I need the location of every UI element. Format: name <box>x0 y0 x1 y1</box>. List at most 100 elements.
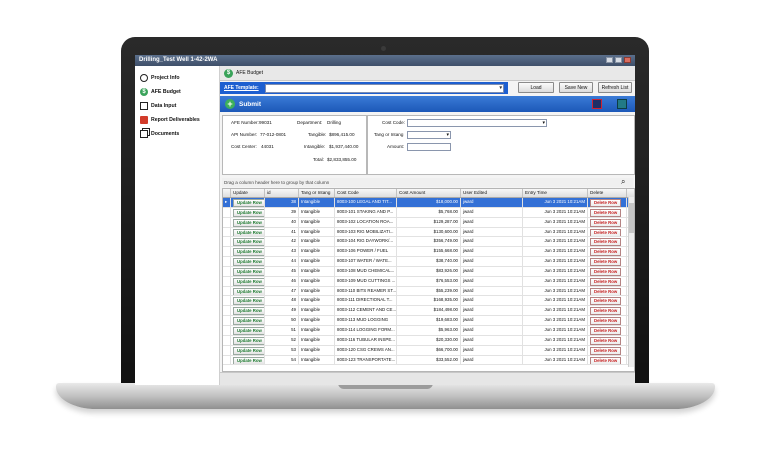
update-row-button[interactable]: Update Row <box>233 297 264 306</box>
column-header-entry-time[interactable]: Entry Time <box>523 189 588 197</box>
tab-afe-budget[interactable]: $ AFE Budget <box>220 66 635 81</box>
column-header-delete[interactable]: Delete <box>588 189 627 197</box>
table-row[interactable]: Update Row 49 Intangible 8003-112 CEMENT AN… <box>223 306 634 317</box>
search-icon[interactable]: ⌕ <box>621 178 625 186</box>
tab-label: AFE Budget <box>236 70 263 76</box>
table-row[interactable]: Update Row 46 Intangible 8003-109 MUD CUTTI… <box>223 276 634 287</box>
entry-time-cell: Jun 3 2021 10:21AM <box>523 217 588 227</box>
update-row-button[interactable]: Update Row <box>233 346 264 355</box>
sidebar-item-data-input[interactable]: Data Input <box>135 99 219 113</box>
delete-row-button[interactable]: Delete Row <box>590 307 622 316</box>
afe-summary-panel: AFE Number: 99031 API Number: 77-012-080… <box>222 115 367 175</box>
update-row-button[interactable]: Update Row <box>233 208 264 217</box>
column-header-cost-amount[interactable]: Cost Amount <box>397 189 461 197</box>
update-row-button[interactable]: Update Row <box>233 258 264 266</box>
delete-row-button[interactable]: Delete Row <box>590 336 622 345</box>
table-row[interactable]: ▸ Update Row 38 Intangible 8003-100 LEGAL AN… <box>223 198 634 208</box>
column-header-user-edited[interactable]: User Edited <box>461 189 523 197</box>
sidebar-item-report-deliverables[interactable]: Report Deliverables <box>135 113 219 127</box>
sidebar-item-afe-budget[interactable]: $ AFE Budget <box>135 85 219 99</box>
update-row-button[interactable]: Update Row <box>233 356 264 365</box>
grid-scroll-thumb[interactable] <box>629 203 634 233</box>
amount-input[interactable] <box>407 143 451 151</box>
table-row[interactable]: Update Row 41 Intangible 8003-103 RIG MOBIL… <box>223 227 634 238</box>
main-area: $ AFE Budget AFE Template: ▾ Load Save N… <box>220 66 635 385</box>
close-icon[interactable] <box>624 57 631 63</box>
sidebar-item-documents[interactable]: Documents <box>135 127 219 141</box>
delete-row-button[interactable]: Delete Row <box>590 208 622 217</box>
table-row[interactable]: Update Row 45 Intangible 8003-108 MUD CHEMI… <box>223 266 634 277</box>
submit-bar[interactable]: + Submit <box>220 96 635 112</box>
cost-amount-cell: $55,239.00 <box>397 286 461 296</box>
id-cell: 48 <box>265 296 299 306</box>
update-row-button[interactable]: Update Row <box>233 307 264 316</box>
load-button[interactable]: Load <box>518 82 554 93</box>
row-selector <box>223 355 231 365</box>
delete-row-button[interactable]: Delete Row <box>590 228 622 237</box>
sidebar-item-label: Project Info <box>151 75 180 81</box>
table-row[interactable]: Update Row 52 Intangible 8003-116 TUBULAR I… <box>223 335 634 346</box>
update-cell: Update Row <box>231 325 265 335</box>
table-row[interactable]: Update Row 47 Intangible 8003-110 BITS REAM… <box>223 286 634 297</box>
cost-amount-cell: $5,768.00 <box>397 207 461 217</box>
delete-row-button[interactable]: Delete Row <box>590 297 622 306</box>
minimize-icon[interactable] <box>606 57 613 63</box>
delete-row-button[interactable]: Delete Row <box>590 277 622 286</box>
maximize-icon[interactable] <box>615 57 622 63</box>
delete-cell: Delete Row <box>588 237 627 247</box>
update-row-button[interactable]: Update Row <box>233 267 264 276</box>
cost-code-cell: 8003-113 MUD LOGGING <box>335 316 397 325</box>
delete-row-button[interactable]: Delete Row <box>590 238 622 247</box>
grid-icon[interactable] <box>617 99 627 109</box>
table-row[interactable]: Update Row 39 Intangible 8003-101 STAKING A… <box>223 207 634 218</box>
table-row[interactable]: Update Row 51 Intangible 8003-114 LOGGING F… <box>223 325 634 336</box>
tang-cell: Intangible <box>299 257 335 266</box>
save-icon[interactable] <box>592 99 602 109</box>
refresh-list-button[interactable]: Refresh List <box>598 82 632 93</box>
update-row-button[interactable]: Update Row <box>233 317 264 325</box>
table-row[interactable]: Update Row 53 Intangible 8003-120 CSG CREWS… <box>223 345 634 356</box>
delete-row-button[interactable]: Delete Row <box>590 356 622 365</box>
grid-scrollbar[interactable] <box>628 197 634 367</box>
column-header-update[interactable]: Update <box>231 189 265 197</box>
column-header-id[interactable]: id <box>265 189 299 197</box>
table-row[interactable]: Update Row 50 Intangible 8003-113 MUD LOGGI… <box>223 316 634 326</box>
delete-row-button[interactable]: Delete Row <box>590 317 622 325</box>
cost-code-label: Cost Code: <box>382 120 405 125</box>
update-row-button[interactable]: Update Row <box>233 228 264 237</box>
column-header-tang[interactable]: Tang or Intang <box>299 189 335 197</box>
sidebar-item-project-info[interactable]: Project Info <box>135 71 219 85</box>
table-row[interactable]: Update Row 42 Intangible 8003-104 RIG DAYWO… <box>223 237 634 248</box>
delete-row-button[interactable]: Delete Row <box>590 346 622 355</box>
update-row-button[interactable]: Update Row <box>233 277 264 286</box>
delete-row-button[interactable]: Delete Row <box>590 287 622 296</box>
update-row-button[interactable]: Update Row <box>233 199 264 207</box>
row-selector <box>223 276 231 286</box>
intangible-value: $1,937,440.00 <box>329 144 359 149</box>
table-row[interactable]: Update Row 40 Intangible 8003-102 LOCATION … <box>223 217 634 228</box>
delete-row-button[interactable]: Delete Row <box>590 267 622 276</box>
table-row[interactable]: Update Row 44 Intangible 8003-107 WATER / W… <box>223 257 634 267</box>
delete-row-button[interactable]: Delete Row <box>590 258 622 266</box>
cost-code-select[interactable]: ▾ <box>407 119 547 127</box>
update-row-button[interactable]: Update Row <box>233 336 264 345</box>
update-row-button[interactable]: Update Row <box>233 248 264 257</box>
update-row-button[interactable]: Update Row <box>233 238 264 247</box>
update-row-button[interactable]: Update Row <box>233 326 264 335</box>
update-row-button[interactable]: Update Row <box>233 218 264 227</box>
delete-row-button[interactable]: Delete Row <box>590 199 622 207</box>
delete-row-button[interactable]: Delete Row <box>590 326 622 335</box>
template-select[interactable]: ▾ <box>264 84 504 93</box>
update-row-button[interactable]: Update Row <box>233 287 264 296</box>
user-edited-cell: jward <box>461 227 523 237</box>
delete-row-button[interactable]: Delete Row <box>590 218 622 227</box>
column-header-cost-code[interactable]: Cost Code <box>335 189 397 197</box>
save-new-button[interactable]: Save New <box>559 82 593 93</box>
delete-row-button[interactable]: Delete Row <box>590 248 622 257</box>
entry-time-cell: Jun 3 2021 10:21AM <box>523 325 588 335</box>
user-edited-cell: jward <box>461 217 523 227</box>
table-row[interactable]: Update Row 48 Intangible 8003-111 DIRECTION… <box>223 296 634 307</box>
tang-intang-select[interactable]: ▾ <box>407 131 451 139</box>
table-row[interactable]: Update Row 43 Intangible 8003-106 POWER / F… <box>223 247 634 258</box>
table-row[interactable]: Update Row 54 Intangible 8003-123 TRANSPORT… <box>223 355 634 366</box>
